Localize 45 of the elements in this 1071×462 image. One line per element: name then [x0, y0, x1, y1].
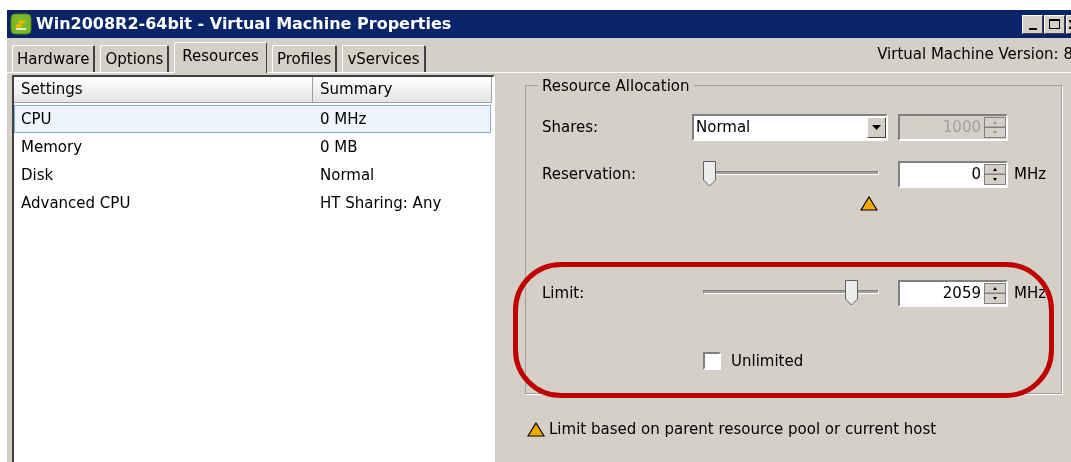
slider[interactable]	[703, 161, 879, 187]
number-field[interactable]: 0	[898, 160, 1008, 188]
setting-name: CPU	[20, 108, 53, 130]
maximize-icon	[1049, 19, 1060, 29]
setting-summary: 0 MB	[319, 136, 358, 158]
spin-buttons-icon[interactable]	[984, 282, 1006, 304]
checkbox[interactable]	[703, 352, 721, 371]
slider[interactable]	[703, 280, 879, 306]
tab[interactable]: Options	[100, 45, 170, 72]
caret-icon	[872, 124, 881, 130]
maximize-button[interactable]	[1044, 14, 1065, 34]
setting-name: Disk	[20, 164, 55, 186]
tab[interactable]: Hardware	[12, 45, 96, 72]
unit-label: MHz	[1014, 282, 1047, 304]
number-field[interactable]: 2059	[898, 279, 1008, 307]
window-title: Win2008R2-64bit - Virtual Machine Properties	[36, 13, 452, 35]
list-row[interactable]: Advanced CPU HT Sharing: Any	[14, 189, 493, 217]
setting-name: Memory	[20, 136, 83, 158]
minimize-button[interactable]	[1022, 14, 1043, 34]
checkbox-label[interactable]: Unlimited	[731, 350, 804, 373]
list-row[interactable]: Disk Normal	[14, 161, 493, 189]
field-label: Shares:	[542, 116, 600, 138]
field-label: Limit:	[542, 282, 586, 304]
minimize-icon	[1028, 27, 1037, 30]
column-header[interactable]: Settings	[14, 77, 313, 103]
app-icon	[10, 13, 32, 35]
column-header[interactable]: Summary	[313, 77, 492, 103]
footnote: Limit based on parent resource pool or current host	[549, 419, 937, 440]
warning-icon	[860, 196, 878, 211]
tab[interactable]: vServices	[342, 45, 426, 72]
slider-thumb[interactable]	[703, 161, 716, 187]
tab[interactable]: Resources	[174, 42, 267, 73]
setting-summary: Normal	[319, 164, 375, 186]
setting-summary: 0 MHz	[319, 108, 367, 130]
setting-summary: HT Sharing: Any	[319, 192, 442, 214]
warning-icon	[527, 421, 545, 437]
unit-label: MHz	[1014, 163, 1047, 185]
tab[interactable]: Profiles	[271, 45, 338, 72]
setting-name: Advanced CPU	[20, 192, 132, 214]
spin-buttons-icon[interactable]	[984, 163, 1006, 185]
field-label: Reservation:	[542, 163, 638, 185]
dropdown-arrow-button[interactable]	[867, 116, 886, 138]
list-row[interactable]: Memory 0 MB	[14, 133, 493, 161]
list-row[interactable]: CPU 0 MHz	[14, 105, 491, 133]
slider-thumb[interactable]	[844, 280, 858, 306]
